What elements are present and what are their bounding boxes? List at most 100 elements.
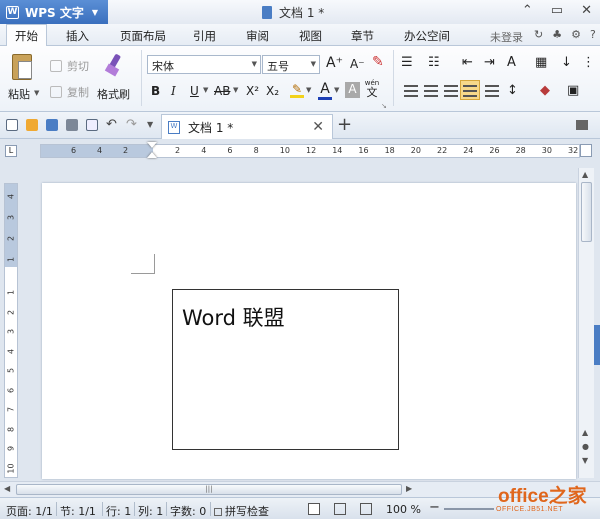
zoom-slider[interactable] [444,508,494,510]
new-tab-button[interactable]: + [337,114,352,135]
close-tab-icon[interactable]: ✕ [312,119,324,135]
sort-icon[interactable]: ↓ [561,55,572,70]
justify-button[interactable] [460,80,480,100]
subscript-button[interactable]: X₂ [266,84,279,98]
web-view-icon[interactable] [360,503,372,515]
tab-view[interactable]: 视图 [299,28,322,44]
increase-indent-icon[interactable]: ⇥ [484,55,495,70]
save-icon[interactable] [46,119,58,131]
zoom-out-button[interactable]: − [429,500,440,515]
scroll-right-icon[interactable]: ▶ [406,484,412,493]
font-color-dropdown-icon[interactable]: ▼ [334,86,339,94]
strikethrough-dropdown-icon[interactable]: ▼ [233,86,238,94]
help-button[interactable]: ? [590,28,596,41]
bold-button[interactable]: B [151,84,160,98]
font-size-select[interactable]: 五号 ▼ [262,55,320,74]
word-count-status[interactable]: 字数: 0 [170,503,206,519]
open-folder-icon[interactable] [26,119,38,131]
restore-button[interactable]: ▭ [551,3,563,18]
horizontal-scroll-thumb[interactable]: ||| [16,484,402,495]
distributed-icon[interactable] [485,85,499,97]
tab-home[interactable]: 开始 [6,24,47,46]
format-painter-icon[interactable] [103,53,125,78]
ruler-number: 2 [175,146,181,155]
paste-button[interactable]: 粘贴 [8,86,30,102]
print-preview-icon[interactable] [86,119,98,131]
vertical-ruler[interactable]: 4 3 2 1 1 2 3 4 5 6 7 8 9 10 [4,183,18,478]
cut-button[interactable]: 剪切 [50,58,89,74]
print-icon[interactable] [66,119,78,131]
table-icon[interactable]: ▦ [535,55,547,70]
vertical-scroll-thumb[interactable] [581,182,592,242]
undo-icon[interactable]: ↶ [106,117,117,132]
zoom-level[interactable]: 100 % [386,503,421,516]
customize-quick-access-icon[interactable]: ▼ [147,120,153,129]
align-left-icon[interactable] [404,85,418,97]
font-name-select[interactable]: 宋体 ▼ [147,55,261,74]
next-page-icon[interactable]: ▼ [582,456,588,465]
page-view-icon[interactable] [308,503,320,515]
tab-page-layout[interactable]: 页面布局 [120,28,166,44]
redo-icon[interactable]: ↷ [126,117,137,132]
close-button[interactable]: ✕ [581,3,592,18]
document-page[interactable]: Word 联盟 [42,183,576,479]
text-box[interactable]: Word 联盟 [172,289,399,450]
settings-icon[interactable]: ⚙ [571,28,581,41]
highlight-dropdown-icon[interactable]: ▼ [306,86,311,94]
shading-icon[interactable]: ◆ [540,83,550,98]
format-painter-button[interactable]: 格式刷 [97,86,130,102]
text-box-content[interactable]: Word 联盟 [182,306,285,330]
side-panel-handle[interactable] [594,325,600,365]
paste-dropdown-icon[interactable]: ▼ [34,89,39,97]
skin-icon[interactable]: ♣ [552,28,562,41]
grow-font-button[interactable]: A⁺ [326,55,343,71]
line-spacing-icon[interactable]: ↕ [507,83,518,98]
document-tab[interactable]: W 文档 1 * ✕ [161,114,333,139]
align-center-icon[interactable] [424,85,438,97]
new-doc-icon[interactable] [6,119,18,131]
strikethrough-button[interactable]: AB [214,84,230,98]
indent-marker[interactable] [147,142,157,162]
spell-check-checkbox[interactable] [214,508,222,516]
refresh-icon[interactable]: ↻ [534,28,543,41]
font-color-button[interactable]: A [318,81,332,100]
phonetic-guide-button[interactable]: wén 文 [363,79,381,99]
ruler-toggle-icon[interactable] [580,144,592,157]
char-shading-icon[interactable]: A [345,82,360,98]
numbered-list-icon[interactable]: ☷ [428,55,440,70]
align-right-icon[interactable] [444,85,458,97]
clear-format-icon[interactable]: ✎ [372,54,384,70]
app-menu-button[interactable]: W WPS 文字 ▼ [0,0,108,24]
prev-page-icon[interactable]: ▲ [582,428,588,437]
italic-button[interactable]: I [171,84,176,98]
scroll-left-icon[interactable]: ◀ [4,484,10,493]
shrink-font-button[interactable]: A⁻ [350,57,365,71]
underline-button[interactable]: U [190,84,199,98]
outline-view-icon[interactable] [334,503,346,515]
borders-icon[interactable]: ▣ [567,83,579,98]
scroll-up-icon[interactable]: ▲ [582,170,588,179]
bullet-list-icon[interactable]: ☰ [401,55,413,70]
select-browse-icon[interactable]: ● [582,442,589,451]
tab-references[interactable]: 引用 [193,28,216,44]
underline-dropdown-icon[interactable]: ▼ [203,86,208,94]
superscript-button[interactable]: X² [246,84,259,98]
minimize-button[interactable]: ⌃ [522,3,533,18]
font-dialog-launcher-icon[interactable]: ↘ [381,102,387,110]
tab-review[interactable]: 审阅 [246,28,269,44]
decrease-indent-icon[interactable]: ⇤ [462,55,473,70]
horizontal-ruler[interactable]: 6 4 2 2 4 6 8 10 12 14 16 18 20 22 24 26 28 30 32 [40,144,580,158]
login-status[interactable]: 未登录 [490,29,523,45]
tab-sections[interactable]: 章节 [351,28,374,44]
more-icon[interactable]: ⋮ [582,55,595,70]
tab-insert[interactable]: 插入 [66,28,89,44]
copy-button[interactable]: 复制 [50,84,89,100]
vertical-scrollbar[interactable]: ▲ ▲ ● ▼ [578,168,594,478]
tab-list-icon[interactable] [576,120,588,130]
spell-check-toggle[interactable]: 拼写检查 [214,503,269,519]
paste-icon[interactable] [8,52,36,82]
tab-office-space[interactable]: 办公空间 [404,28,450,44]
highlight-icon[interactable]: ✎ [290,82,304,98]
text-effect-icon[interactable]: A [507,55,516,70]
tab-stop-selector[interactable]: L [5,145,17,157]
